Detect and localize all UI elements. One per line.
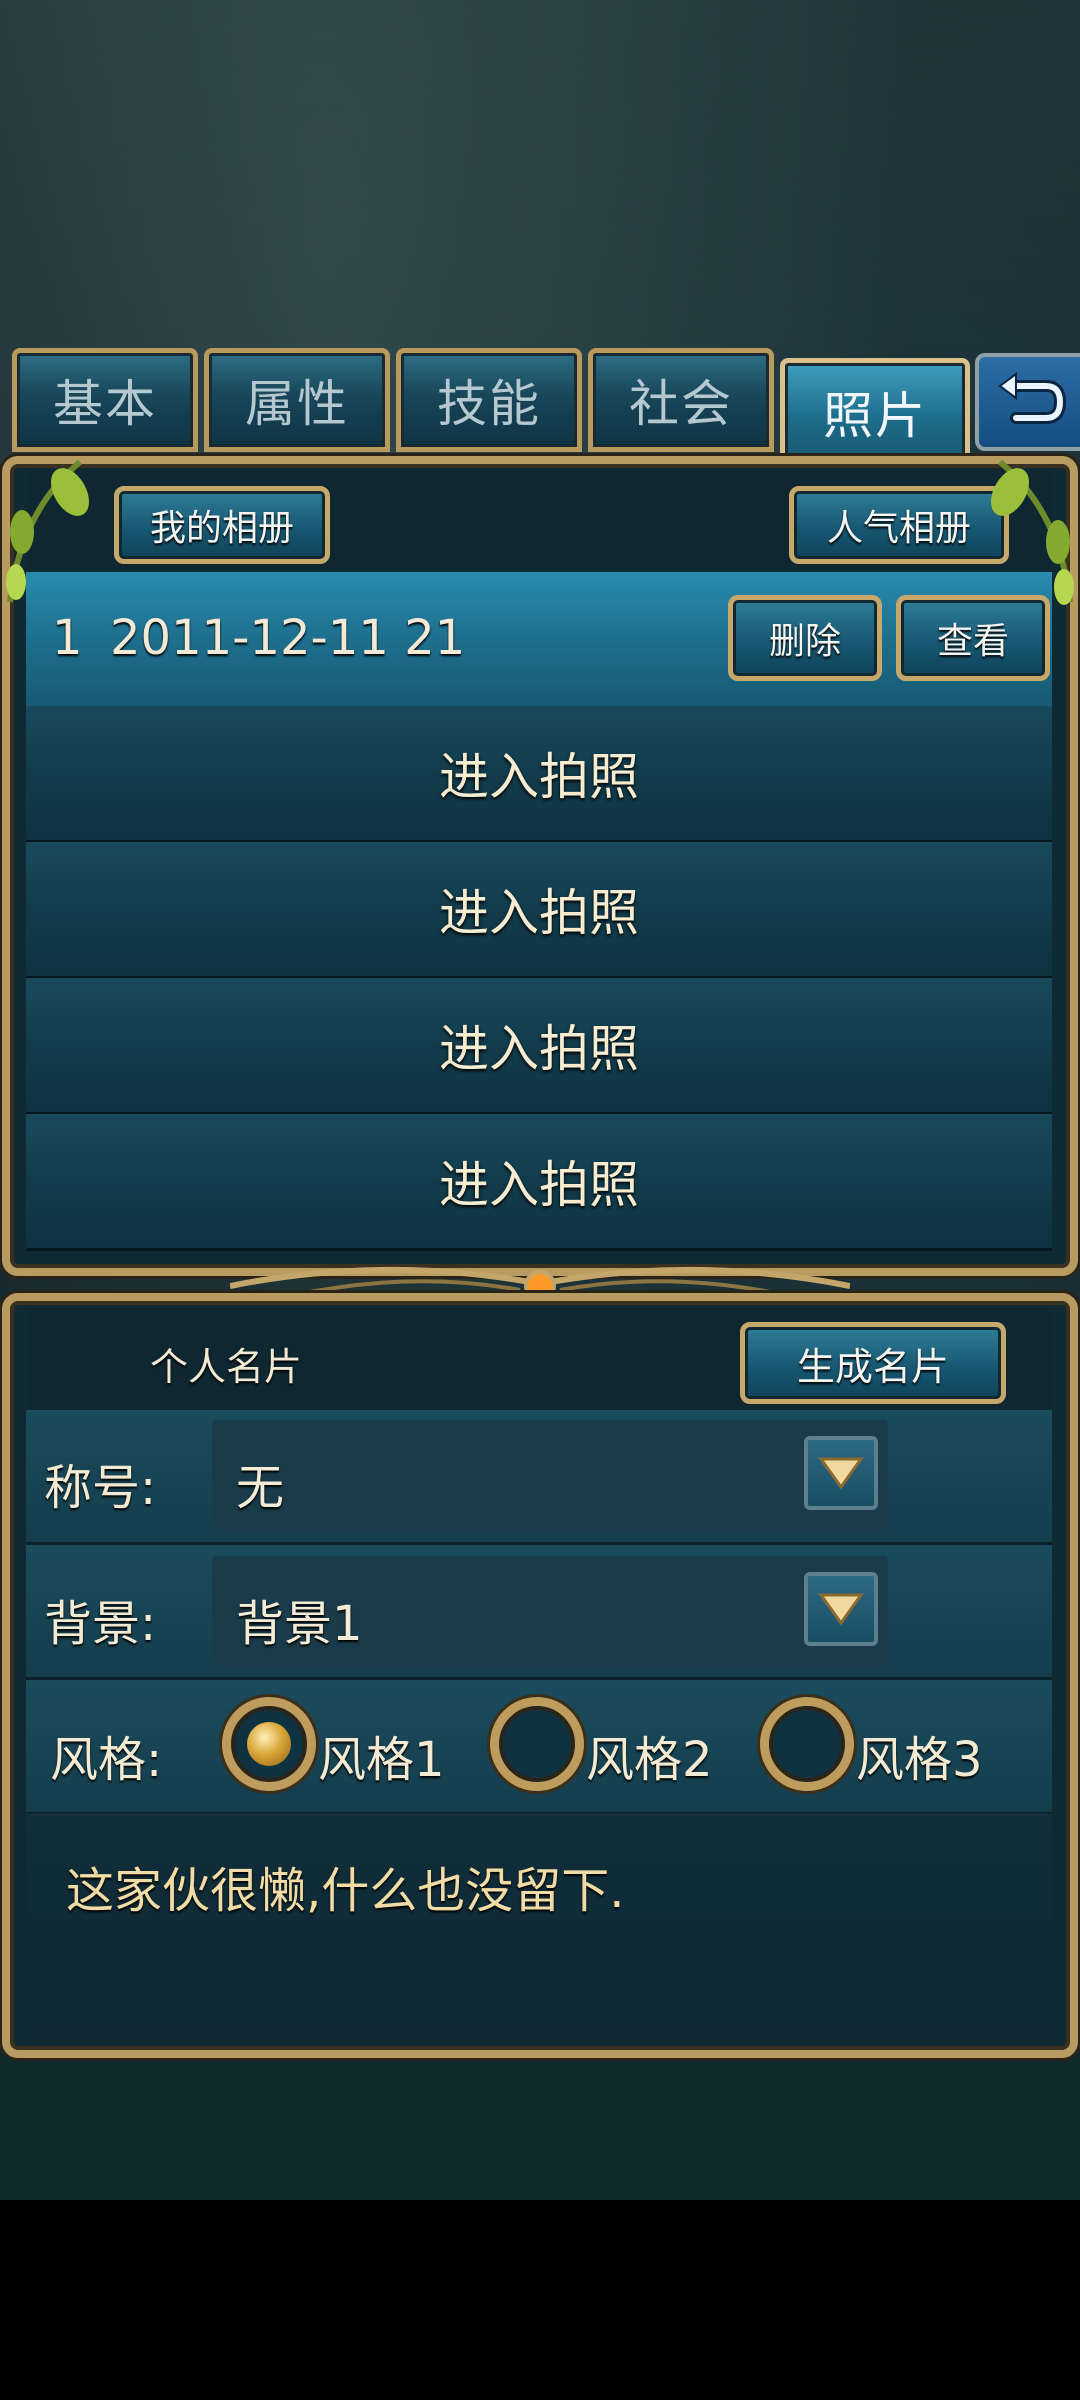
signature-area[interactable]: 这家伙很懒,什么也没留下. [26, 1813, 1052, 2045]
generate-card-button[interactable]: 生成名片 [740, 1322, 1006, 1404]
style-radio-1[interactable] [222, 1697, 316, 1791]
tab-attributes[interactable]: 属性 [204, 348, 390, 452]
popular-album-button[interactable]: 人气相册 [789, 486, 1009, 564]
take-photo-row[interactable]: 进入拍照 [26, 706, 1052, 843]
take-photo-row[interactable]: 进入拍照 [26, 842, 1052, 979]
style-radio-2[interactable] [490, 1697, 584, 1791]
style-radio-1-label[interactable]: 风格1 [318, 1720, 445, 1790]
card-title: 个人名片 [150, 1345, 303, 1389]
vine-ornament-right [991, 459, 1074, 605]
take-photo-row[interactable]: 进入拍照 [26, 978, 1052, 1115]
vine-ornament-left [6, 459, 89, 603]
title-dropdown-button[interactable] [804, 1436, 878, 1510]
tab-skills[interactable]: 技能 [396, 348, 582, 452]
background-label: 背景: [44, 1596, 157, 1652]
tab-social[interactable]: 社会 [588, 348, 774, 452]
return-arrow-icon [997, 372, 1066, 424]
background-value: 背景1 [236, 1596, 363, 1652]
triangle-down-icon [818, 1593, 864, 1626]
triangle-down-icon [818, 1457, 864, 1490]
album-entry-datetime: 2011-12-11 21 [110, 610, 466, 666]
take-photo-row[interactable]: 进入拍照 [26, 1114, 1052, 1251]
style-radio-3-label[interactable]: 风格3 [856, 1720, 983, 1790]
title-label: 称号: [44, 1460, 157, 1516]
album-entry-index: 1 [52, 610, 83, 666]
signature-text: 这家伙很懒,什么也没留下. [66, 1863, 625, 1919]
my-album-button[interactable]: 我的相册 [114, 486, 330, 564]
style-radio-3[interactable] [760, 1697, 854, 1791]
background-dropdown-button[interactable] [804, 1572, 878, 1646]
title-value: 无 [236, 1460, 285, 1516]
title-select[interactable] [212, 1420, 888, 1532]
style-label: 风格: [50, 1732, 163, 1788]
back-button[interactable] [975, 353, 1080, 451]
tab-basic[interactable]: 基本 [12, 348, 198, 452]
bottom-band [0, 2058, 1080, 2200]
delete-button[interactable]: 删除 [728, 595, 882, 681]
tab-photos[interactable]: 照片 [780, 358, 970, 466]
style-radio-2-label[interactable]: 风格2 [586, 1720, 713, 1790]
